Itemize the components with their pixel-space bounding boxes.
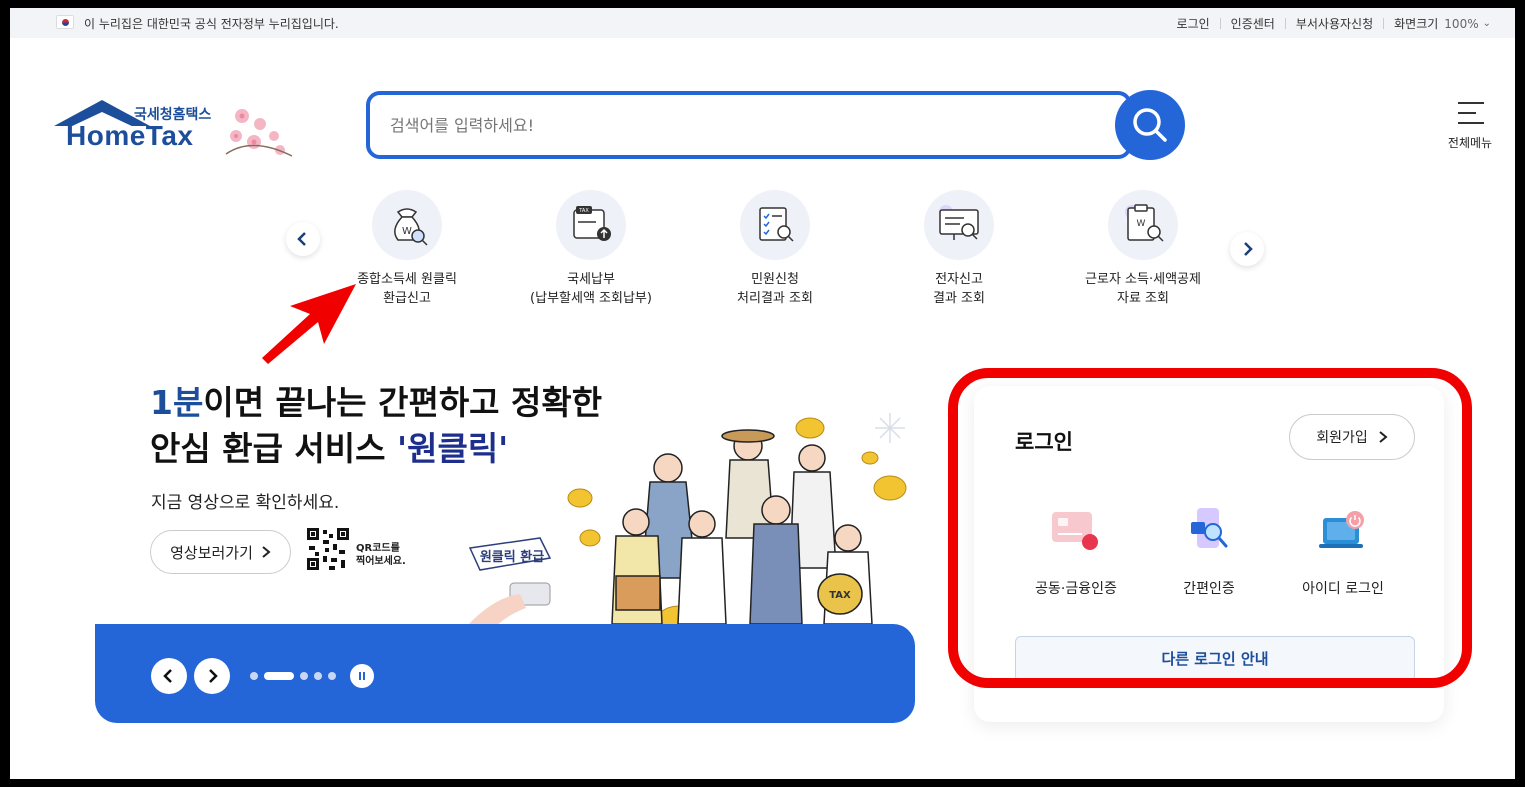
- quick-prev-button[interactable]: [286, 222, 320, 256]
- dept-user-link[interactable]: 부서사용자신청: [1296, 15, 1373, 32]
- monitor-search-icon: [924, 190, 994, 260]
- search-input[interactable]: [390, 111, 1090, 139]
- svg-text:TAX: TAX: [829, 590, 851, 601]
- hamburger-icon: [1458, 102, 1484, 124]
- signup-button[interactable]: 회원가입: [1289, 414, 1415, 460]
- divider: [1284, 18, 1286, 29]
- watch-video-label: 영상보러가기: [170, 543, 253, 562]
- cherry-blossom-icon: [225, 109, 293, 157]
- banner-pagination: [250, 672, 336, 680]
- chevron-right-icon: [1244, 242, 1253, 256]
- login-title: 로그인: [1015, 430, 1073, 454]
- divider: [1219, 18, 1221, 29]
- quick-item-civil-result[interactable]: 민원신청 처리결과 조회: [690, 190, 860, 308]
- other-login-guide-button[interactable]: 다른 로그인 안내: [1015, 636, 1415, 682]
- banner-dot[interactable]: [314, 672, 322, 680]
- cert-center-link[interactable]: 인증센터: [1231, 15, 1275, 32]
- quick-item-efiling-result[interactable]: 전자신고 결과 조회: [874, 190, 1044, 308]
- gov-notice-bar: 이 누리집은 대한민국 공식 전자정부 누리집입니다. 로그인 인증센터 부서사…: [10, 8, 1515, 38]
- login-link[interactable]: 로그인: [1177, 15, 1210, 32]
- banner-prev-button[interactable]: [151, 658, 187, 694]
- chevron-left-icon: [163, 669, 172, 683]
- banner-dot[interactable]: [300, 672, 308, 680]
- clipboard-search-icon: W: [1108, 190, 1178, 260]
- chevron-down-icon[interactable]: ⌄: [1483, 18, 1491, 29]
- search-icon: [1133, 108, 1167, 142]
- watch-video-button[interactable]: 영상보러가기: [150, 530, 291, 574]
- hero-title-line2: 안심 환급 서비스: [150, 429, 397, 468]
- svg-text:W: W: [1137, 219, 1146, 229]
- full-menu-label: 전체메뉴: [1447, 136, 1493, 150]
- hero-title-accent: 1분: [150, 383, 204, 422]
- zoom-level[interactable]: 100%: [1444, 17, 1478, 31]
- phone-search-icon: [1179, 508, 1239, 558]
- qr-caption: QR코드를 찍어보세요.: [356, 543, 406, 567]
- browser-page: 이 누리집은 대한민국 공식 전자정부 누리집입니다. 로그인 인증센터 부서사…: [10, 8, 1515, 779]
- qr-code-icon: [305, 526, 351, 572]
- chevron-right-icon: [1379, 431, 1388, 443]
- search-box: [366, 91, 1132, 159]
- login-method-simple[interactable]: 간편인증: [1139, 508, 1279, 598]
- tax-payment-card-icon: TAX: [556, 190, 626, 260]
- login-method-label: 아이디 로그인: [1302, 581, 1384, 597]
- divider: [1383, 18, 1385, 29]
- banner-dot-active[interactable]: [264, 672, 294, 680]
- laptop-power-icon: [1313, 508, 1373, 558]
- certificate-card-icon: [1046, 508, 1106, 558]
- full-menu-button[interactable]: 전체메뉴: [1440, 100, 1500, 156]
- login-method-label: 공동·금융인증: [1035, 581, 1117, 597]
- login-method-certificate[interactable]: 공동·금융인증: [1006, 508, 1146, 598]
- quick-item-worker-deduction[interactable]: W 근로자 소득·세액공제 자료 조회: [1058, 190, 1228, 308]
- gov-notice-text: 이 누리집은 대한민국 공식 전자정부 누리집입니다.: [84, 17, 339, 31]
- banner-dot[interactable]: [250, 672, 258, 680]
- screen-size-label[interactable]: 화면크기: [1394, 15, 1438, 32]
- search-button[interactable]: [1115, 90, 1185, 160]
- chevron-right-icon: [209, 669, 218, 683]
- civil-document-search-icon: [740, 190, 810, 260]
- hometax-logo[interactable]: 국세청홈택스 HomeTax: [54, 100, 299, 164]
- chevron-right-icon: [262, 546, 271, 558]
- hero-subtitle: 지금 영상으로 확인하세요.: [151, 493, 340, 513]
- login-method-id[interactable]: 아이디 로그인: [1273, 508, 1413, 598]
- utility-links: 로그인 인증센터 부서사용자신청 화면크기 100% ⌄: [1177, 15, 1491, 32]
- svg-text:TAX: TAX: [578, 208, 589, 214]
- chevron-left-icon: [297, 232, 306, 246]
- pause-icon[interactable]: [350, 664, 374, 688]
- logo-title: HomeTax: [66, 120, 194, 151]
- quick-item-label: 국세납부 (납부할세액 조회납부): [530, 272, 652, 306]
- banner-dot[interactable]: [328, 672, 336, 680]
- quick-item-label: 전자신고 결과 조회: [933, 272, 985, 306]
- quick-item-tax-payment[interactable]: TAX 국세납부 (납부할세액 조회납부): [506, 190, 676, 308]
- workers-illustration: 원클릭 환급 TAX: [460, 413, 907, 634]
- quick-item-label: 근로자 소득·세액공제 자료 조회: [1085, 272, 1201, 306]
- annotation-arrow-icon: [262, 284, 356, 364]
- signup-label: 회원가입: [1316, 430, 1368, 446]
- korea-flag-icon: [56, 15, 74, 29]
- refund-money-bag-icon: W: [372, 190, 442, 260]
- badge-text: 원클릭 환급: [480, 549, 544, 565]
- svg-text:W: W: [402, 226, 412, 237]
- banner-next-button[interactable]: [194, 658, 230, 694]
- quick-item-label: 민원신청 처리결과 조회: [737, 272, 813, 306]
- login-method-label: 간편인증: [1183, 581, 1235, 597]
- quick-next-button[interactable]: [1230, 232, 1264, 266]
